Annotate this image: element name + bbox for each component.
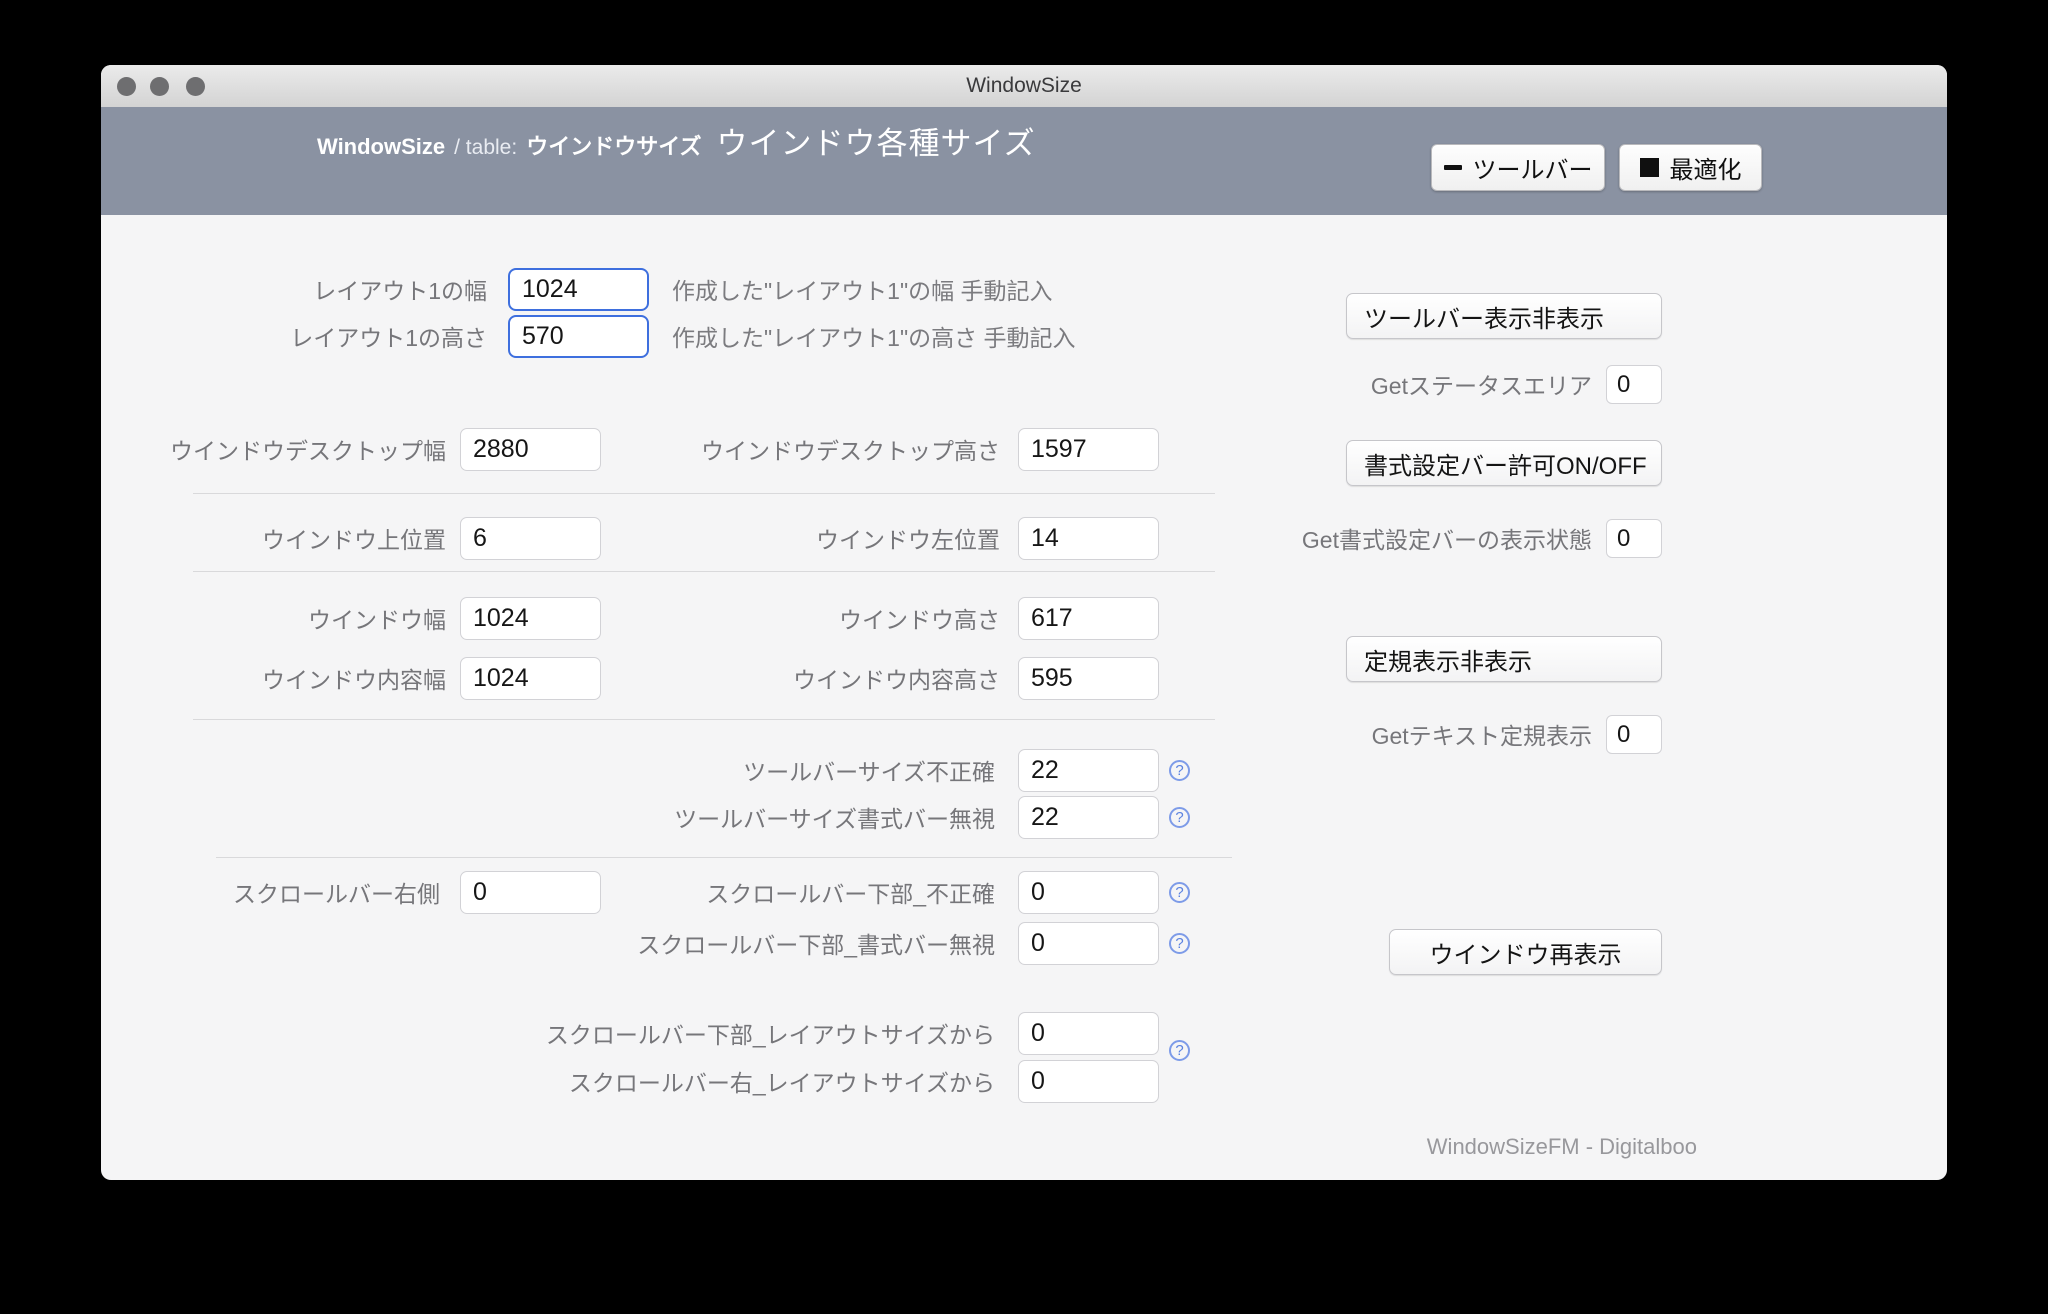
square-icon [1640, 158, 1659, 177]
window-title: WindowSize [101, 65, 1947, 107]
window-top-label: ウインドウ上位置 [262, 521, 446, 555]
get-text-ruler-label: Getテキスト定規表示 [1372, 717, 1592, 751]
desktop-height-label: ウインドウデスクトップ高さ [701, 432, 1000, 466]
scrollbar-right-input[interactable] [460, 871, 601, 914]
title-bar: WindowSize [101, 65, 1947, 108]
scrollbar-bottom-inexact-input[interactable] [1018, 871, 1159, 914]
get-text-ruler-input[interactable] [1606, 715, 1662, 754]
divider [193, 493, 1215, 494]
toggle-ruler-button[interactable]: 定規表示非表示 [1346, 636, 1662, 682]
breadcrumb-separator: / table: [454, 136, 517, 160]
divider [193, 719, 1215, 720]
desktop-width-label: ウインドウデスクトップ幅 [170, 432, 446, 466]
toolbar-size-inexact-input[interactable] [1018, 749, 1159, 792]
desktop-width-input[interactable] [460, 428, 601, 471]
layout1-width-input[interactable] [508, 268, 649, 311]
toolbar-header-button-label: ツールバー [1473, 150, 1593, 185]
optimize-header-button-label: 最適化 [1670, 150, 1742, 185]
scrollbar-right-from-layout-label: スクロールバー右_レイアウトサイズから [569, 1064, 995, 1098]
help-icon[interactable]: ? [1169, 807, 1190, 828]
help-icon[interactable]: ? [1169, 933, 1190, 954]
layout1-height-note: 作成した"レイアウト1"の高さ 手動記入 [672, 319, 1076, 353]
credit-text: WindowSizeFM - Digitalboo [1427, 1134, 1697, 1160]
scrollbar-bottom-ignore-input[interactable] [1018, 922, 1159, 965]
toggle-toolbar-button[interactable]: ツールバー表示非表示 [1346, 293, 1662, 339]
scrollbar-bottom-inexact-label: スクロールバー下部_不正確 [706, 875, 995, 909]
help-icon[interactable]: ? [1169, 760, 1190, 781]
window-height-label: ウインドウ高さ [839, 601, 1000, 635]
content-width-label: ウインドウ内容幅 [262, 661, 446, 695]
window-left-input[interactable] [1018, 517, 1159, 560]
breadcrumb: WindowSize / table: ウインドウサイズ ウインドウ各種サイズ [317, 118, 1036, 163]
scrollbar-right-from-layout-input[interactable] [1018, 1060, 1159, 1103]
window-top-input[interactable] [460, 517, 601, 560]
format-bar-permission-button[interactable]: 書式設定バー許可ON/OFF [1346, 440, 1662, 486]
content-height-input[interactable] [1018, 657, 1159, 700]
minus-icon [1444, 165, 1462, 170]
format-bar-permission-button-label: 書式設定バー許可ON/OFF [1364, 446, 1647, 481]
layout1-width-note: 作成した"レイアウト1"の幅 手動記入 [672, 272, 1053, 306]
toolbar-size-ignore-input[interactable] [1018, 796, 1159, 839]
get-status-area-input[interactable] [1606, 365, 1662, 404]
window-width-label: ウインドウ幅 [308, 601, 446, 635]
help-icon[interactable]: ? [1169, 882, 1190, 903]
help-icon[interactable]: ? [1169, 1040, 1190, 1061]
scrollbar-bottom-ignore-label: スクロールバー下部_書式バー無視 [637, 926, 995, 960]
toggle-toolbar-button-label: ツールバー表示非表示 [1364, 299, 1604, 334]
page-title: ウインドウ各種サイズ [717, 118, 1036, 163]
toolbar-size-inexact-label: ツールバーサイズ不正確 [743, 753, 995, 787]
get-format-bar-state-input[interactable] [1606, 519, 1662, 558]
toggle-ruler-button-label: 定規表示非表示 [1364, 642, 1532, 677]
window-height-input[interactable] [1018, 597, 1159, 640]
toolbar-size-ignore-label: ツールバーサイズ書式バー無視 [674, 800, 995, 834]
divider [216, 857, 1232, 858]
content-height-label: ウインドウ内容高さ [793, 661, 1000, 695]
window-width-input[interactable] [460, 597, 601, 640]
optimize-header-button[interactable]: 最適化 [1619, 144, 1762, 191]
get-format-bar-state-label: Get書式設定バーの表示状態 [1302, 521, 1592, 555]
breadcrumb-table-name: ウインドウサイズ [526, 129, 701, 161]
layout1-height-input[interactable] [508, 315, 649, 358]
divider [193, 571, 1215, 572]
redraw-window-button[interactable]: ウインドウ再表示 [1389, 929, 1662, 975]
layout1-height-label: レイアウト1の高さ [290, 319, 487, 353]
desktop-height-input[interactable] [1018, 428, 1159, 471]
scrollbar-bottom-from-layout-label: スクロールバー下部_レイアウトサイズから [546, 1016, 995, 1050]
redraw-window-button-label: ウインドウ再表示 [1430, 935, 1622, 970]
breadcrumb-app-name: WindowSize [317, 134, 445, 160]
scrollbar-bottom-from-layout-input[interactable] [1018, 1012, 1159, 1055]
content-width-input[interactable] [460, 657, 601, 700]
get-status-area-label: Getステータスエリア [1371, 367, 1592, 401]
layout1-width-label: レイアウト1の幅 [313, 272, 487, 306]
window-left-label: ウインドウ左位置 [816, 521, 1000, 555]
app-window: WindowSize WindowSize / table: ウインドウサイズ … [101, 65, 1947, 1180]
scrollbar-right-label: スクロールバー右側 [233, 875, 440, 909]
toolbar-toggle-header-button[interactable]: ツールバー [1431, 144, 1605, 191]
